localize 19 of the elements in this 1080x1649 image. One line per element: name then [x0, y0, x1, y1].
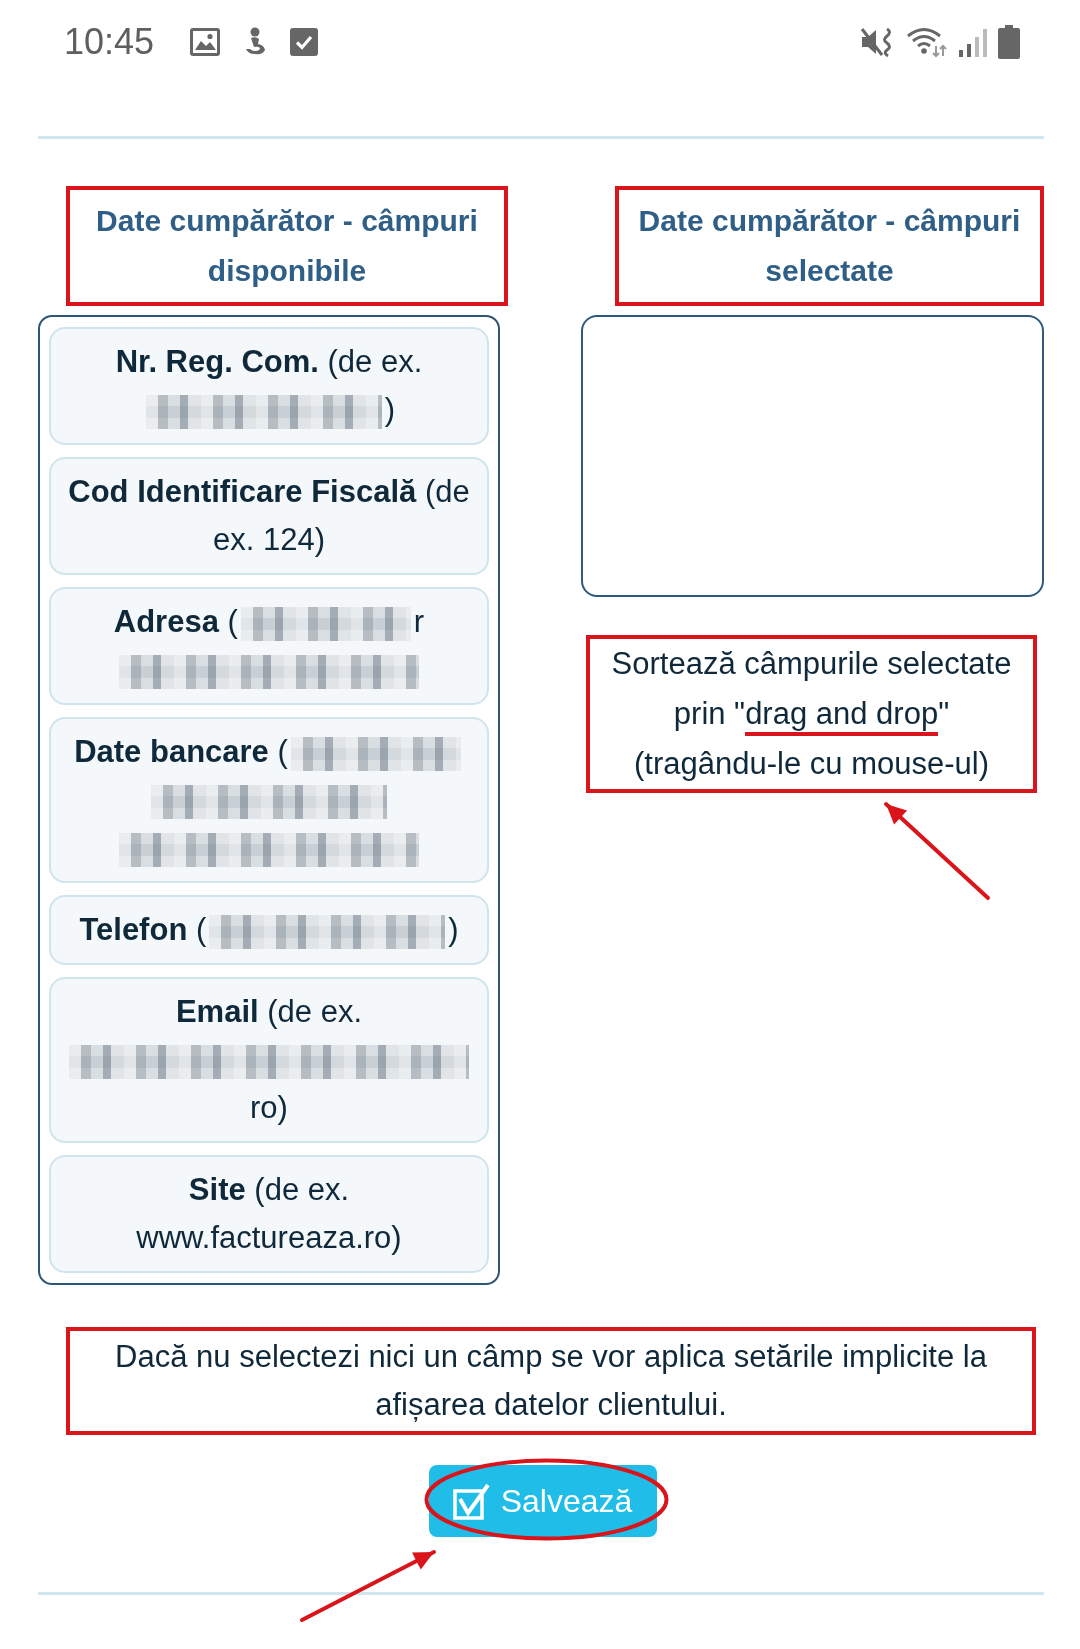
field-item[interactable]: Adresa ( r	[49, 587, 489, 705]
field-item[interactable]: Email (de ex. ro)	[49, 977, 489, 1143]
signal-icon	[958, 27, 988, 57]
hint-text: Dacă nu selectezi nici un câmp se vor aplica setările implicite la afișarea datelor clientului.	[66, 1327, 1036, 1435]
instruction-note: Sortează câmpurile selectate prin "drag and drop" (tragându-le cu mouse-ul)	[586, 635, 1037, 793]
drop-zone[interactable]	[581, 315, 1044, 597]
column-heading: Date cumpărător - câmpuri selectate	[615, 186, 1044, 306]
field-item[interactable]: Site (de ex. www.factureaza.ro)	[49, 1155, 489, 1273]
checkbox-icon	[290, 28, 319, 56]
image-icon	[190, 28, 221, 56]
battery-icon	[998, 25, 1020, 59]
column-heading: Date cumpărător - câmpuri disponibile	[66, 186, 508, 306]
field-item[interactable]: Nr. Reg. Com. (de ex. )	[49, 327, 489, 445]
clock-time: 10:45	[64, 21, 155, 63]
checkbox-tick-icon	[452, 1482, 491, 1520]
field-item[interactable]: Date bancare (	[49, 717, 489, 883]
wifi-icon	[906, 26, 948, 58]
field-item[interactable]: Cod Identificare Fiscală (de ex. 124)	[49, 457, 489, 575]
field-item[interactable]: Telefon ( )	[49, 895, 489, 965]
